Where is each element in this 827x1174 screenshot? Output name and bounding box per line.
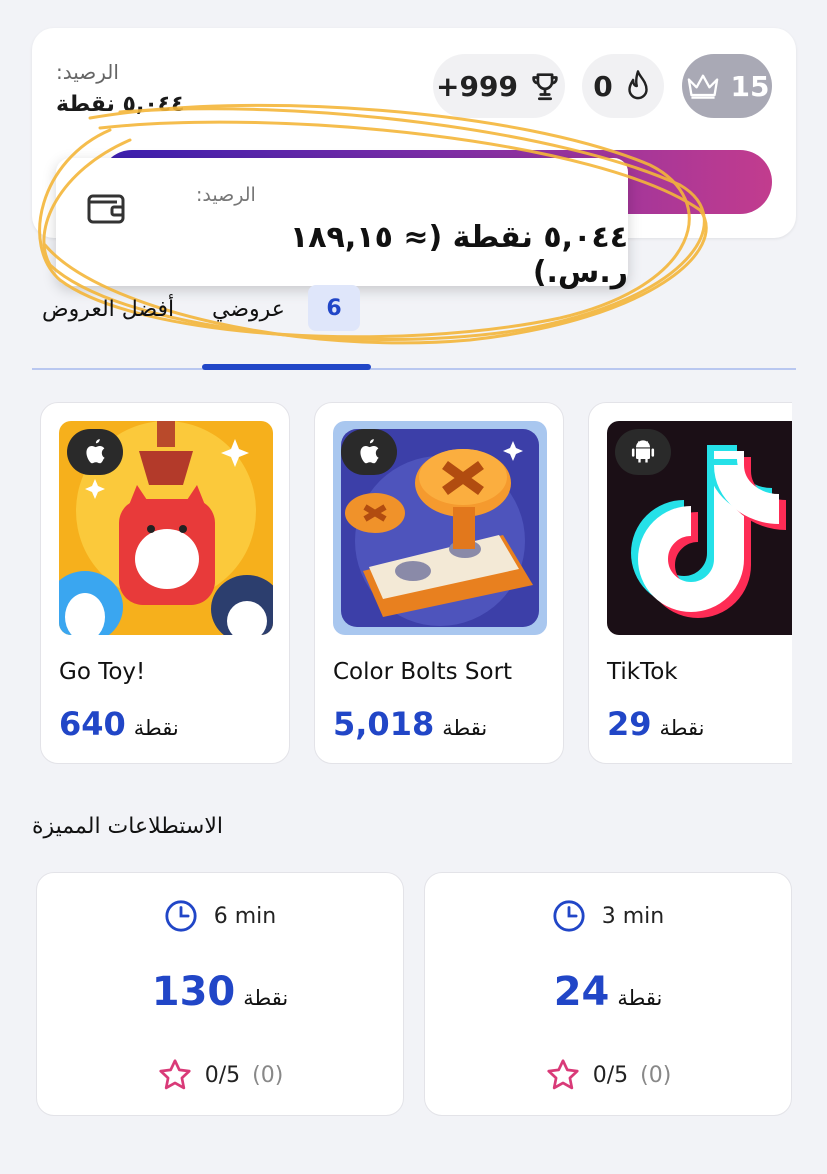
survey-rating-value: 0/5 [592,1062,629,1088]
survey-card[interactable]: 6 min 130 نقطة 0/5 (0) [36,872,404,1116]
color-bolts-app-icon [333,421,547,635]
offer-points-unit: نقطة [659,716,705,740]
survey-rating-count: (0) [252,1062,284,1088]
balance-label: الرصيد: [56,60,119,84]
offer-points-value: 640 [59,705,126,743]
offer-points: 29 نقطة [607,705,704,743]
offer-card-color-bolts-sort[interactable]: Color Bolts Sort 5,018 نقطة [314,402,564,764]
offer-card-go-toy[interactable]: Go Toy! 640 نقطة [40,402,290,764]
active-tab-indicator [202,364,371,370]
tabs-divider [32,368,796,370]
survey-duration-text: 3 min [601,903,665,929]
offer-name: Color Bolts Sort [333,659,513,685]
android-icon [615,429,671,475]
offer-card-tiktok[interactable]: TikTok 29 نقطة [588,402,792,764]
survey-duration-text: 6 min [213,903,277,929]
popup-balance-label: الرصيد: [196,184,256,206]
survey-duration: 3 min [425,899,791,933]
streak-count: 0 [593,69,613,103]
survey-points: 130 نقطة [37,969,403,1015]
apple-icon [341,429,397,475]
survey-duration: 6 min [37,899,403,933]
survey-points-unit: نقطة [617,986,663,1010]
offer-points-unit: نقطة [133,716,179,740]
surveys-section-title: الاستطلاعات المميزة [32,814,223,839]
my-offers-count-badge[interactable]: 6 [308,285,360,331]
crown-icon [687,74,718,99]
survey-card[interactable]: 3 min 24 نقطة 0/5 (0) [424,872,792,1116]
survey-points: 24 نقطة [425,969,791,1015]
offer-name: Go Toy! [59,659,146,685]
offer-name: TikTok [607,659,678,685]
star-icon [547,1059,579,1090]
offer-points: 5,018 نقطة [333,705,487,743]
level-pill[interactable]: 15 [682,54,772,118]
popup-balance-value: ٥,٠٤٤ نقطة (≈ ١٨٩,١٥ ر.س.) [289,220,628,290]
level-number: 15 [730,69,770,103]
survey-rating-count: (0) [640,1062,672,1088]
survey-rating-value: 0/5 [204,1062,241,1088]
survey-rating: 0/5 (0) [425,1057,791,1093]
flame-icon [628,70,648,100]
survey-rating: 0/5 (0) [37,1057,403,1093]
offers-tabs: أفضل العروض عروضي 6 [32,285,796,370]
balance-popup: الرصيد: ٥,٠٤٤ نقطة (≈ ١٨٩,١٥ ر.س.) [56,158,628,290]
go-toy-app-icon [59,421,273,635]
clock-icon [553,900,585,932]
tab-my-offers[interactable]: عروضي [212,297,285,322]
balance-value: ٥,٠٤٤ نقطة [56,92,185,117]
offer-points-value: 5,018 [333,705,435,743]
trophy-pill[interactable]: +999 [433,54,565,118]
clock-icon [165,900,197,932]
trophy-icon [532,73,558,101]
survey-points-value: 130 [151,969,236,1015]
streak-pill[interactable]: 0 [582,54,664,118]
tiktok-app-icon [607,421,792,635]
survey-points-unit: نقطة [243,986,289,1010]
offer-points: 640 نقطة [59,705,179,743]
offers-carousel[interactable]: Go Toy! 640 نقطة Color Bolts Sort 5,018 … [40,402,792,766]
tab-best-offers[interactable]: أفضل العروض [42,297,174,322]
star-icon [159,1059,191,1090]
survey-points-value: 24 [553,969,610,1015]
apple-icon [67,429,123,475]
wallet-icon [87,194,125,224]
offer-points-unit: نقطة [442,716,488,740]
trophy-count: +999 [436,69,518,103]
offer-points-value: 29 [607,705,652,743]
